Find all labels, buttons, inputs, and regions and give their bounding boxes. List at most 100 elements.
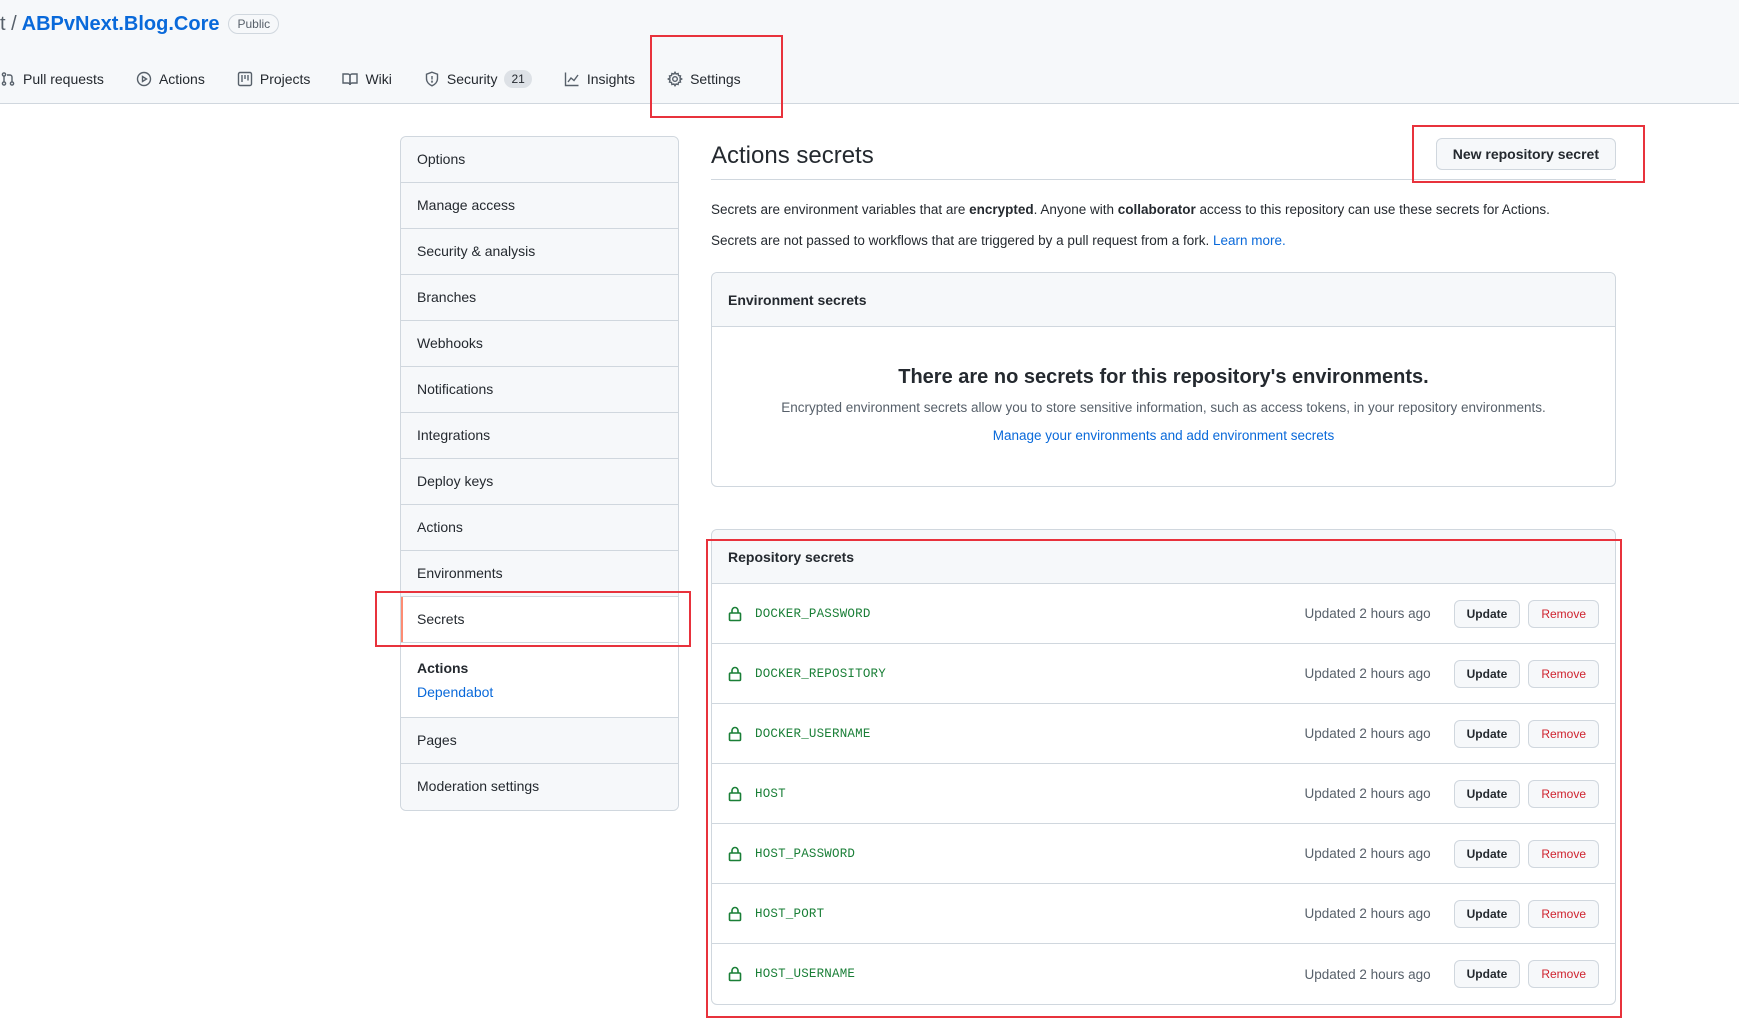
book-icon: [342, 73, 359, 86]
secret-name: HOST_PORT: [755, 906, 825, 921]
sidebar-subitem-dependabot[interactable]: Dependabot: [417, 679, 662, 705]
lock-icon: [728, 966, 742, 982]
tab-label: Security: [446, 71, 498, 87]
blankslate-text: Encrypted environment secrets allow you …: [781, 400, 1546, 415]
secret-name: HOST: [755, 786, 786, 801]
sidebar-item-options[interactable]: Options: [401, 137, 678, 183]
tab-settings[interactable]: Settings: [651, 62, 757, 96]
sidebar-subitem-actions[interactable]: Actions: [417, 657, 662, 679]
graph-icon: [564, 72, 579, 87]
fork-note: Secrets are not passed to workflows that…: [711, 231, 1616, 251]
repository-secrets-header: Repository secrets: [712, 530, 1615, 584]
tab-label: Projects: [259, 71, 311, 87]
sidebar-item-branches[interactable]: Branches: [401, 275, 678, 321]
sidebar-item-environments[interactable]: Environments: [401, 551, 678, 597]
tab-label: Actions: [158, 71, 205, 87]
environment-secrets-box: Environment secrets There are no secrets…: [711, 272, 1616, 487]
desc-bold-collaborator: collaborator: [1117, 202, 1196, 217]
secret-name: DOCKER_USERNAME: [755, 726, 871, 741]
secret-name: DOCKER_PASSWORD: [755, 606, 871, 621]
secrets-description: Secrets are environment variables that a…: [711, 200, 1616, 220]
sidebar-item-deploy-keys[interactable]: Deploy keys: [401, 459, 678, 505]
desc-text: access to this repository can use these …: [1195, 202, 1550, 217]
sidebar-item-security-analysis[interactable]: Security & analysis: [401, 229, 678, 275]
secret-name: HOST_PASSWORD: [755, 846, 856, 861]
repo-nav: Pull requests Actions Projects Wiki Secu…: [0, 62, 757, 96]
remove-secret-button[interactable]: Remove: [1528, 659, 1599, 688]
tab-label: Wiki: [365, 71, 392, 87]
lock-icon: [728, 906, 742, 922]
environment-secrets-blankslate: There are no secrets for this repository…: [712, 327, 1615, 443]
sidebar-item-manage-access[interactable]: Manage access: [401, 183, 678, 229]
security-count-badge: 21: [504, 70, 532, 88]
learn-more-link[interactable]: Learn more.: [1213, 233, 1286, 248]
secret-name: DOCKER_REPOSITORY: [755, 666, 886, 681]
remove-secret-button[interactable]: Remove: [1528, 599, 1599, 628]
repo-owner-fragment[interactable]: t /: [0, 13, 17, 36]
lock-icon: [728, 846, 742, 862]
lock-icon: [728, 726, 742, 742]
main-content: Actions secrets New repository secret Se…: [711, 136, 1616, 1005]
sidebar-item-moderation-settings[interactable]: Moderation settings: [401, 764, 678, 810]
desc-text: . Anyone with: [1033, 202, 1118, 217]
secret-name: HOST_USERNAME: [755, 967, 856, 981]
remove-secret-button[interactable]: Remove: [1528, 839, 1599, 868]
remove-secret-button[interactable]: Remove: [1528, 960, 1599, 988]
repo-header: t / ABPvNext.Blog.Core Public Pull reque…: [0, 0, 1739, 104]
sidebar-item-pages[interactable]: Pages: [401, 718, 678, 764]
update-secret-button[interactable]: Update: [1453, 599, 1521, 628]
tab-label: Insights: [586, 71, 636, 87]
secret-row: HOST_PASSWORD Updated 2 hours ago Update Re…: [712, 824, 1615, 884]
tab-pull-requests[interactable]: Pull requests: [0, 62, 120, 96]
secret-updated-time: Updated 2 hours ago: [1304, 786, 1431, 801]
sidebar-item-integrations[interactable]: Integrations: [401, 413, 678, 459]
sidebar-item-secrets[interactable]: Secrets: [401, 597, 678, 643]
sidebar-item-notifications[interactable]: Notifications: [401, 367, 678, 413]
sidebar-item-actions[interactable]: Actions: [401, 505, 678, 551]
sidebar-item-webhooks[interactable]: Webhooks: [401, 321, 678, 367]
secret-updated-time: Updated 2 hours ago: [1304, 726, 1431, 741]
tab-actions[interactable]: Actions: [120, 62, 221, 96]
update-secret-button[interactable]: Update: [1453, 839, 1521, 868]
update-secret-button[interactable]: Update: [1453, 659, 1521, 688]
environment-secrets-header: Environment secrets: [712, 273, 1615, 327]
fork-note-text: Secrets are not passed to workflows that…: [711, 233, 1213, 248]
secret-row: HOST_PORT Updated 2 hours ago Update Remove: [712, 884, 1615, 944]
secret-updated-time: Updated 2 hours ago: [1304, 666, 1431, 681]
update-secret-button[interactable]: Update: [1453, 779, 1521, 808]
tab-projects[interactable]: Projects: [221, 62, 327, 96]
secret-row: HOST_USERNAME Updated 2 hours ago Update Re…: [712, 944, 1615, 1004]
tab-label: Settings: [690, 71, 741, 87]
lock-icon: [728, 666, 742, 682]
tab-insights[interactable]: Insights: [548, 62, 651, 96]
update-secret-button[interactable]: Update: [1453, 960, 1521, 988]
page-head: Actions secrets New repository secret: [711, 136, 1616, 180]
blankslate-title: There are no secrets for this repository…: [898, 366, 1429, 388]
update-secret-button[interactable]: Update: [1453, 899, 1521, 928]
lock-icon: [728, 786, 742, 802]
secret-updated-time: Updated 2 hours ago: [1304, 906, 1431, 921]
repo-title: t / ABPvNext.Blog.Core Public: [0, 12, 280, 36]
secret-updated-time: Updated 2 hours ago: [1304, 606, 1431, 621]
sidebar-secrets-subgroup: Actions Dependabot: [401, 643, 678, 718]
tab-wiki[interactable]: Wiki: [326, 62, 407, 96]
new-repository-secret-button[interactable]: New repository secret: [1435, 138, 1616, 170]
secret-list: DOCKER_PASSWORD Updated 2 hours ago Update…: [712, 584, 1615, 1004]
visibility-badge: Public: [228, 14, 280, 34]
update-secret-button[interactable]: Update: [1453, 719, 1521, 748]
desc-bold-encrypted: encrypted: [969, 202, 1034, 217]
remove-secret-button[interactable]: Remove: [1528, 779, 1599, 808]
remove-secret-button[interactable]: Remove: [1528, 899, 1599, 928]
secret-row: DOCKER_USERNAME Updated 2 hours ago Update…: [712, 704, 1615, 764]
repo-name-link[interactable]: ABPvNext.Blog.Core: [22, 13, 220, 36]
manage-environments-link[interactable]: Manage your environments and add environ…: [993, 428, 1334, 443]
desc-text: Secrets are environment variables that a…: [711, 202, 970, 217]
project-icon: [237, 71, 253, 87]
lock-icon: [728, 606, 742, 622]
secret-updated-time: Updated 2 hours ago: [1304, 966, 1431, 982]
gear-icon: [667, 71, 684, 87]
remove-secret-button[interactable]: Remove: [1528, 719, 1599, 748]
tab-security[interactable]: Security 21: [408, 62, 548, 96]
repository-secrets-box: Repository secrets DOCKER_PASSWORD Update…: [711, 529, 1616, 1005]
secret-updated-time: Updated 2 hours ago: [1304, 846, 1431, 861]
